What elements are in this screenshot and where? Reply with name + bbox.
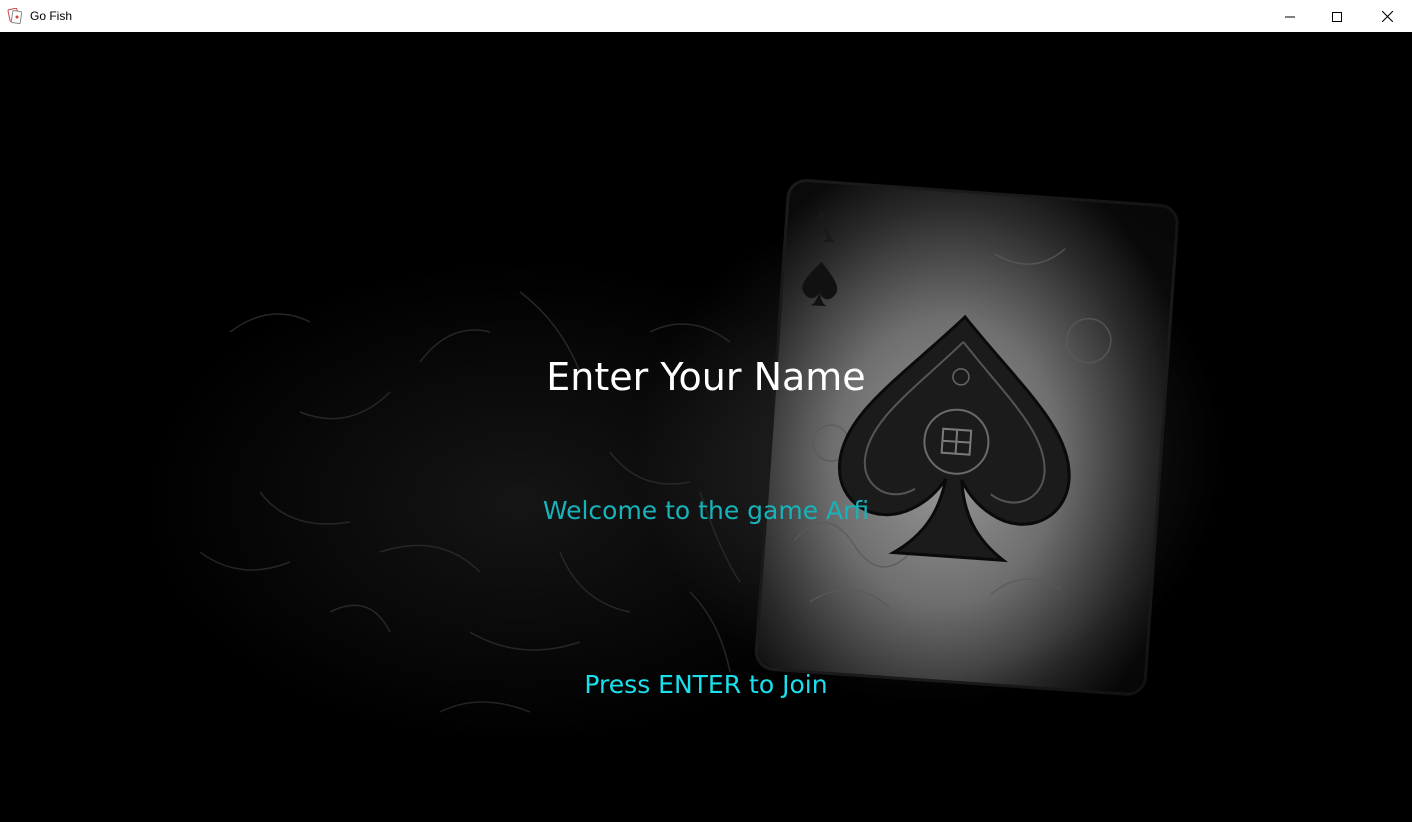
minimize-button[interactable]	[1267, 0, 1313, 32]
maximize-icon	[1332, 7, 1342, 26]
minimize-icon	[1285, 7, 1295, 26]
close-icon	[1381, 7, 1393, 26]
close-button[interactable]	[1364, 0, 1410, 32]
app-card-icon	[7, 7, 23, 25]
join-prompt: Press ENTER to Join	[584, 670, 828, 699]
game-canvas[interactable]: A Enter Your Name Welcome to the game Ar…	[0, 32, 1412, 822]
welcome-message: Welcome to the game Arfi	[542, 496, 870, 525]
enter-name-heading: Enter Your Name	[546, 355, 866, 399]
window-titlebar: Go Fish	[0, 0, 1412, 32]
background-ace-card: A	[0, 32, 1412, 822]
window-title: Go Fish	[30, 9, 73, 23]
maximize-button[interactable]	[1314, 0, 1360, 32]
